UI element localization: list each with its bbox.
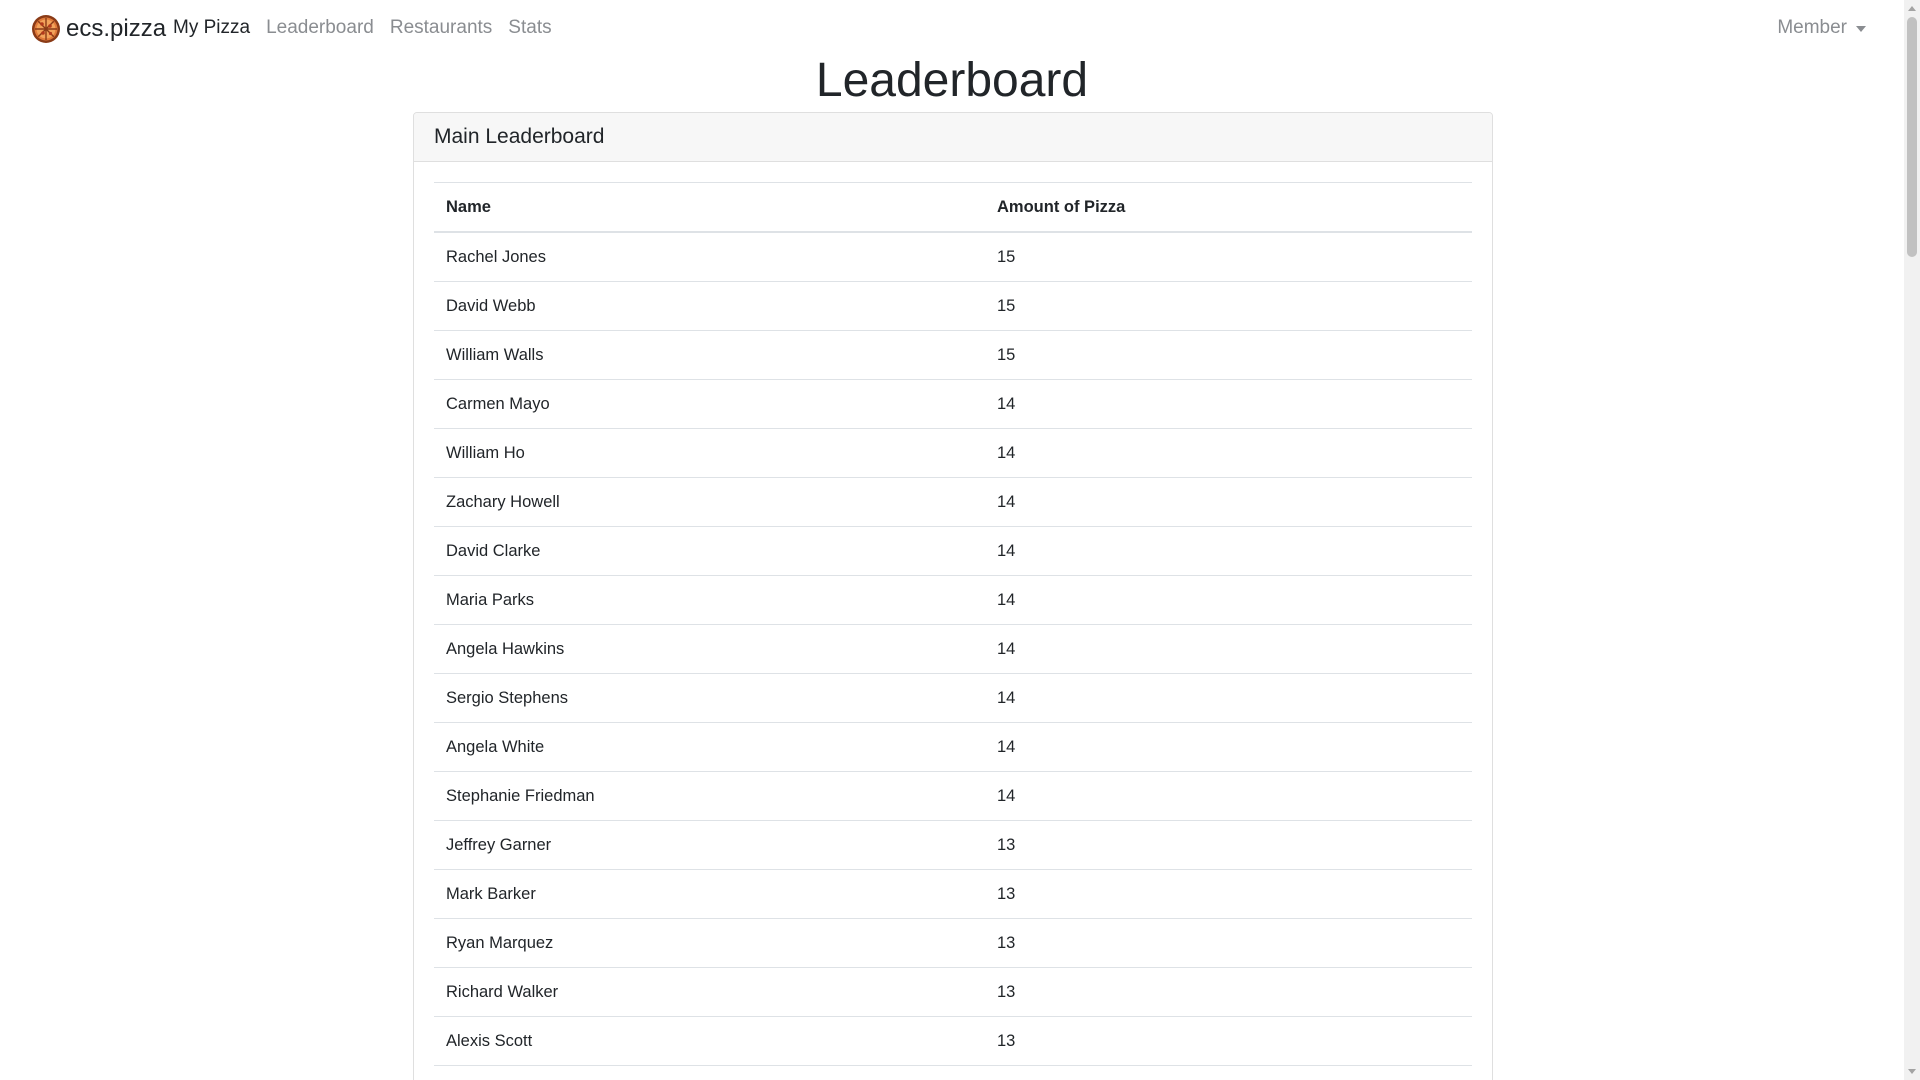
nav-links: My Pizza Leaderboard Restaurants Stats [165,14,560,42]
row-amount: 14 [985,673,1472,723]
row-name: Zachary Howell [434,477,985,527]
table-row: Sergio Stephens 14 [434,673,1472,723]
nav-stats[interactable]: Stats [500,14,559,42]
table-row: David Webb 15 [434,281,1472,331]
scrollbar-thumb[interactable] [1907,17,1917,257]
row-name: Jeffrey Garner [434,820,985,870]
scroll-down-arrow-icon[interactable] [1908,1069,1916,1074]
row-amount: 14 [985,477,1472,527]
table-row: William Walls 15 [434,330,1472,380]
brand-name: ecs.pizza [66,15,167,42]
row-amount: 13 [985,820,1472,870]
row-name: Mark Barker [434,869,985,919]
row-name: Richard Walker [434,967,985,1017]
table-row: Angela Hawkins 14 [434,624,1472,674]
table-row: Maria Parks 14 [434,575,1472,625]
row-name: Alexis Scott [434,1016,985,1066]
page-scrollbar[interactable] [1904,0,1920,1080]
member-dropdown[interactable]: Member [1777,14,1866,42]
row-amount: 14 [985,575,1472,625]
card-body: Name Amount of Pizza Rachel Jones 15 Davi… [414,162,1492,1066]
row-amount: 15 [985,330,1472,380]
row-amount: 14 [985,624,1472,674]
row-amount: 14 [985,722,1472,772]
caret-down-icon [1856,26,1866,32]
table-row: David Clarke 14 [434,526,1472,576]
table-row: Stephanie Friedman 14 [434,771,1472,821]
row-amount: 14 [985,428,1472,478]
leaderboard-card: Main Leaderboard Name Amount of Pizza Ra… [413,112,1493,1080]
page-title: Leaderboard [815,54,1089,107]
row-name: Angela White [434,722,985,772]
column-header-amount: Amount of Pizza [985,182,1472,233]
row-amount: 14 [985,526,1472,576]
card-header: Main Leaderboard [414,113,1492,162]
scroll-up-arrow-icon[interactable] [1908,6,1916,11]
row-name: William Ho [434,428,985,478]
table-row: Rachel Jones 15 [434,232,1472,282]
row-name: Sergio Stephens [434,673,985,723]
column-header-name: Name [434,182,985,233]
table-row: Carmen Mayo 14 [434,379,1472,429]
row-amount: 14 [985,379,1472,429]
row-name: Carmen Mayo [434,379,985,429]
row-amount: 14 [985,771,1472,821]
row-amount: 13 [985,869,1472,919]
pizza-logo-icon [32,15,60,43]
table-row: Mark Barker 13 [434,869,1472,919]
row-amount: 13 [985,967,1472,1017]
nav-restaurants[interactable]: Restaurants [382,14,500,42]
brand-link[interactable]: ecs.pizza [31,14,166,44]
nav-my-pizza[interactable]: My Pizza [165,14,258,42]
nav-leaderboard[interactable]: Leaderboard [258,14,382,42]
table-row: Jeffrey Garner 13 [434,820,1472,870]
table-row: Alexis Scott 13 [434,1016,1472,1066]
row-name: David Webb [434,281,985,331]
page: ecs.pizza My Pizza Leaderboard Restauran… [0,0,1920,1080]
table-row: William Ho 14 [434,428,1472,478]
table-row: Angela White 14 [434,722,1472,772]
row-name: Rachel Jones [434,232,985,282]
row-name: William Walls [434,330,985,380]
row-amount: 15 [985,232,1472,282]
table-row: Ryan Marquez 13 [434,918,1472,968]
navbar: ecs.pizza My Pizza Leaderboard Restauran… [0,0,1904,56]
leaderboard-table: Name Amount of Pizza Rachel Jones 15 Davi… [434,182,1472,1066]
row-name: Stephanie Friedman [434,771,985,821]
row-name: David Clarke [434,526,985,576]
row-amount: 15 [985,281,1472,331]
table-header-row: Name Amount of Pizza [434,182,1472,233]
table-row: Zachary Howell 14 [434,477,1472,527]
row-name: Ryan Marquez [434,918,985,968]
row-amount: 13 [985,918,1472,968]
table-row: Richard Walker 13 [434,967,1472,1017]
row-name: Angela Hawkins [434,624,985,674]
row-name: Maria Parks [434,575,985,625]
member-dropdown-label: Member [1777,17,1847,38]
row-amount: 13 [985,1016,1472,1066]
